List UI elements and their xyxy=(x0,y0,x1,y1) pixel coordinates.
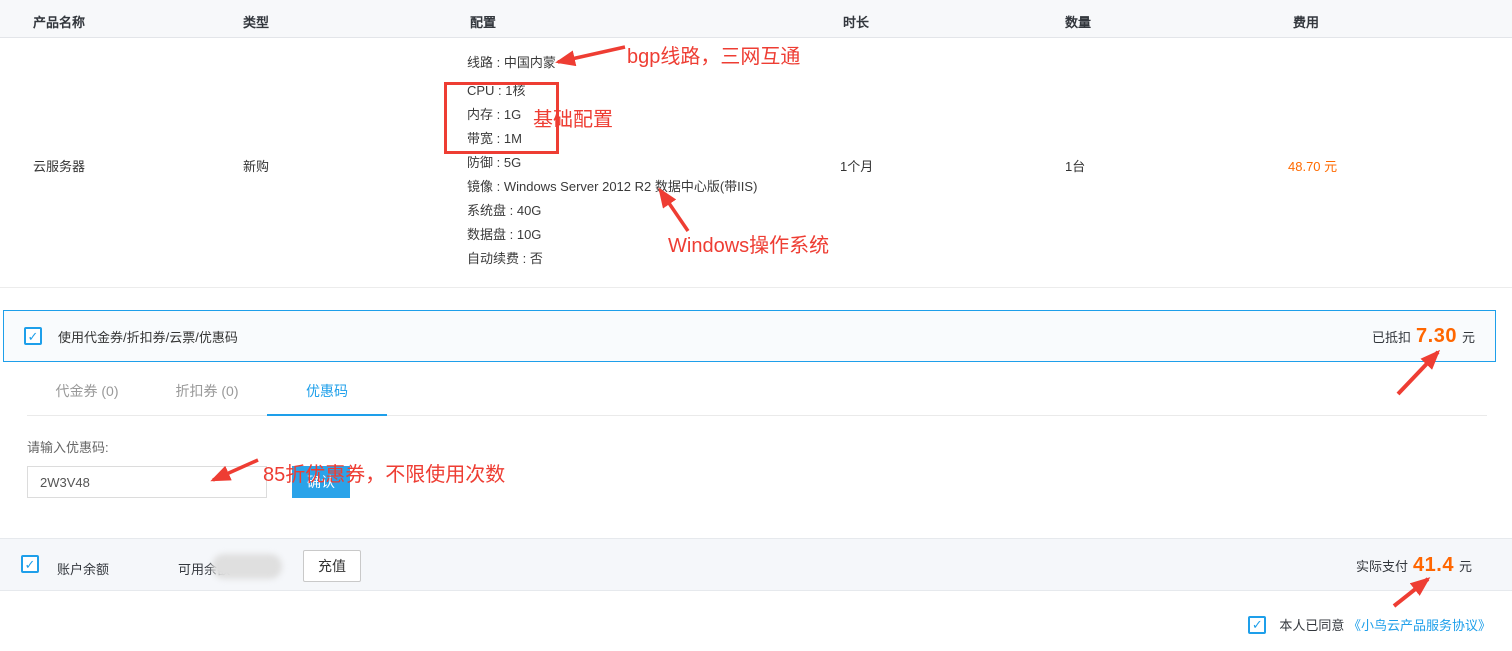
order-table-header: 产品名称 类型 配置 时长 数量 费用 xyxy=(0,0,1512,38)
column-product-name: 产品名称 xyxy=(33,12,85,31)
agree-checkbox[interactable]: ✓ xyxy=(1248,616,1266,634)
annotation-bgp-line: bgp线路，三网互通 xyxy=(627,40,800,69)
deducted-unit: 元 xyxy=(1462,327,1475,346)
service-agreement-link[interactable]: 《小鸟云产品服务协议》 xyxy=(1348,615,1491,634)
deducted-prefix: 已抵扣 xyxy=(1372,327,1411,346)
tab-discount-coupon[interactable]: 折扣券 (0) xyxy=(147,381,267,416)
deducted-amount: 7.30 xyxy=(1416,325,1457,348)
check-icon: ✓ xyxy=(28,330,39,343)
product-name: 云服务器 xyxy=(33,156,85,175)
actual-pay-prefix: 实际支付 xyxy=(1356,556,1408,575)
promo-code-label: 请输入优惠码: xyxy=(27,437,109,456)
column-cost: 费用 xyxy=(1293,12,1319,31)
promo-code-input[interactable] xyxy=(27,466,267,498)
account-balance-bar: ✓ 账户余额 可用余额 充值 实际支付 41.4 元 xyxy=(0,538,1512,591)
deducted-amount-group: 已抵扣 7.30 元 xyxy=(1372,325,1475,348)
column-duration: 时长 xyxy=(843,12,869,31)
tab-cash-coupon[interactable]: 代金券 (0) xyxy=(27,381,147,416)
annotation-coupon-note: 85折优惠券，不限使用次数 xyxy=(263,458,505,487)
check-icon: ✓ xyxy=(1252,618,1263,631)
config-line-defense: 防御 : 5G xyxy=(467,151,757,175)
use-balance-checkbox[interactable]: ✓ xyxy=(21,555,39,573)
config-line-system-disk: 系统盘 : 40G xyxy=(467,199,757,223)
agreement-row: ✓ 本人已同意 《小鸟云产品服务协议》 xyxy=(1248,615,1491,634)
coupon-section-bar: ✓ 使用代金券/折扣券/云票/优惠码 已抵扣 7.30 元 xyxy=(3,310,1496,362)
product-price: 48.70 元 xyxy=(1288,156,1337,175)
product-type: 新购 xyxy=(243,156,269,175)
column-config: 配置 xyxy=(470,12,496,31)
column-type: 类型 xyxy=(243,12,269,31)
annotation-base-config: 基础配置 xyxy=(533,103,613,132)
annotation-windows-os: Windows操作系统 xyxy=(668,229,829,258)
recharge-button[interactable]: 充值 xyxy=(303,550,361,582)
agreement-text: 本人已同意 xyxy=(1279,615,1344,634)
use-coupon-label: 使用代金券/折扣券/云票/优惠码 xyxy=(58,327,238,346)
actual-pay-unit: 元 xyxy=(1459,556,1472,575)
tab-promo-code[interactable]: 优惠码 xyxy=(267,381,387,416)
config-line-image: 镜像 : Windows Server 2012 R2 数据中心版(带IIS) xyxy=(467,175,757,199)
actual-pay-amount: 41.4 xyxy=(1413,554,1454,577)
config-line-cpu: CPU : 1核 xyxy=(467,79,757,103)
product-duration: 1个月 xyxy=(840,156,873,175)
redacted-balance-value xyxy=(212,554,282,579)
use-coupon-checkbox[interactable]: ✓ xyxy=(24,327,42,345)
column-quantity: 数量 xyxy=(1065,12,1091,31)
coupon-tabs: 代金券 (0) 折扣券 (0) 优惠码 xyxy=(27,381,1487,416)
actual-pay-group: 实际支付 41.4 元 xyxy=(1356,539,1472,592)
balance-label: 账户余额 xyxy=(57,559,109,578)
check-icon: ✓ xyxy=(25,558,36,571)
product-quantity: 1台 xyxy=(1065,156,1085,175)
